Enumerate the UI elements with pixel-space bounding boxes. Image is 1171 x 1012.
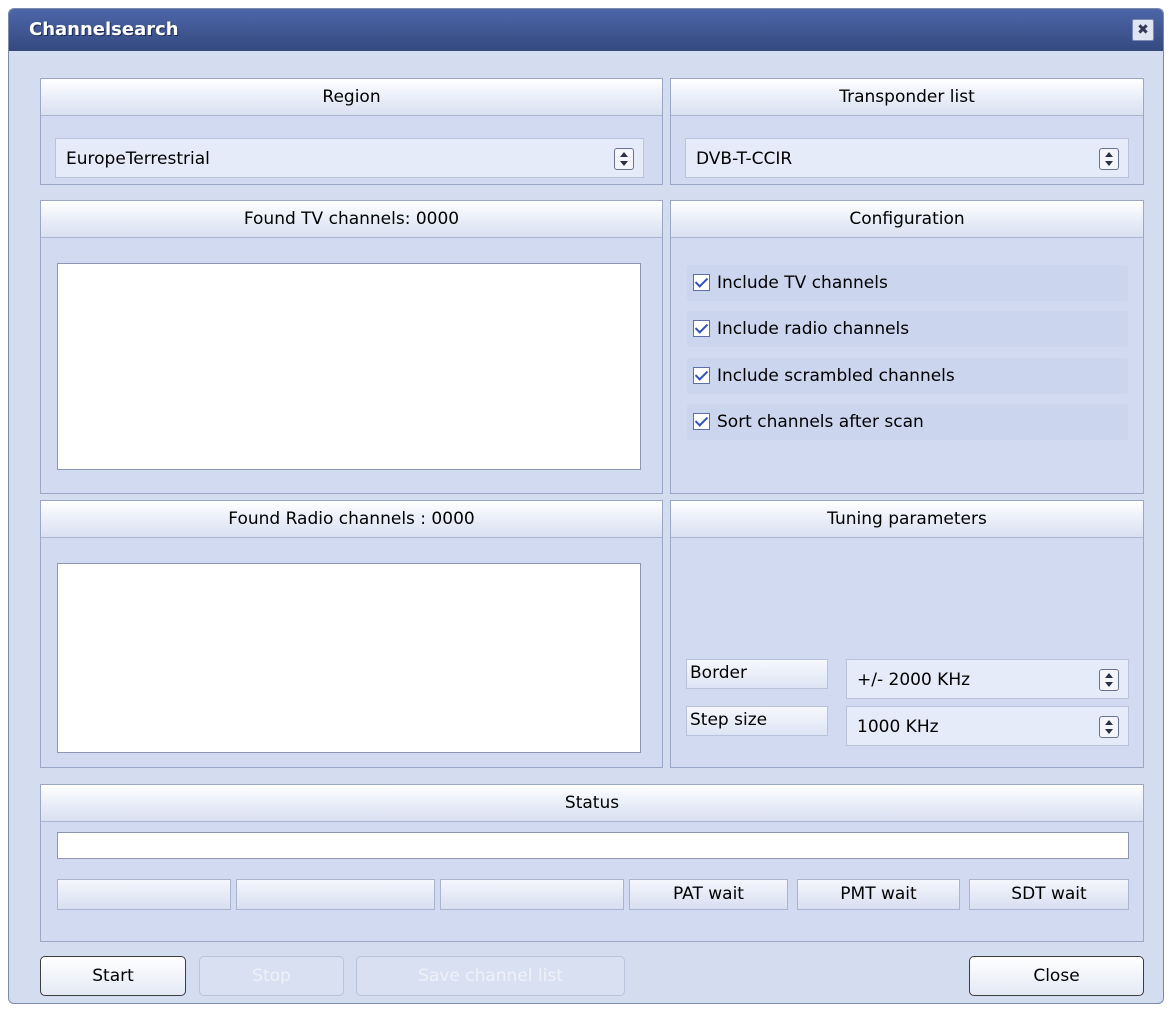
tv-channels-list[interactable]	[57, 263, 641, 470]
radio-channels-panel: Found Radio channels : 0000	[40, 500, 663, 768]
step-size-dropdown-icon[interactable]	[1099, 716, 1119, 738]
radio-channels-list[interactable]	[57, 563, 641, 753]
configuration-header: Configuration	[671, 201, 1143, 238]
region-value: EuropeTerrestrial	[66, 149, 210, 169]
status-cell-1	[57, 879, 231, 910]
status-progress-bar	[57, 832, 1129, 859]
close-button[interactable]: Close	[969, 956, 1144, 996]
border-value: +/- 2000 KHz	[857, 670, 971, 690]
checkbox-checked-icon[interactable]	[693, 274, 710, 291]
include-tv-label: Include TV channels	[717, 273, 888, 293]
transponder-header: Transponder list	[671, 79, 1143, 116]
window-title: Channelsearch	[29, 19, 179, 40]
include-scrambled-checkbox[interactable]: Include scrambled channels	[687, 358, 1128, 394]
title-bar[interactable]: Channelsearch ✖	[9, 9, 1163, 51]
sort-channels-checkbox[interactable]: Sort channels after scan	[687, 404, 1128, 440]
sort-channels-label: Sort channels after scan	[717, 412, 924, 432]
checkbox-checked-icon[interactable]	[693, 413, 710, 430]
checkbox-checked-icon[interactable]	[693, 320, 710, 337]
region-dropdown-icon[interactable]	[614, 148, 634, 170]
close-icon[interactable]: ✖	[1132, 19, 1154, 41]
tv-channels-header: Found TV channels: 0000	[41, 201, 662, 238]
include-tv-checkbox[interactable]: Include TV channels	[687, 265, 1128, 301]
checkbox-checked-icon[interactable]	[693, 367, 710, 384]
pmt-wait-indicator: PMT wait	[797, 879, 960, 910]
tuning-panel: Tuning parameters Border +/- 2000 KHz St…	[670, 500, 1144, 768]
include-radio-checkbox[interactable]: Include radio channels	[687, 311, 1128, 347]
region-select[interactable]: EuropeTerrestrial	[55, 138, 644, 178]
pat-wait-indicator: PAT wait	[629, 879, 788, 910]
border-label: Border	[686, 659, 828, 689]
radio-channels-header: Found Radio channels : 0000	[41, 501, 662, 538]
tuning-header: Tuning parameters	[671, 501, 1143, 538]
border-dropdown-icon[interactable]	[1099, 669, 1119, 691]
transponder-value: DVB-T-CCIR	[696, 149, 793, 169]
step-size-label: Step size	[686, 706, 828, 736]
transponder-dropdown-icon[interactable]	[1099, 148, 1119, 170]
region-panel: Region EuropeTerrestrial	[40, 78, 663, 185]
sdt-wait-indicator: SDT wait	[969, 879, 1129, 910]
status-cell-3	[440, 879, 624, 910]
status-cell-2	[236, 879, 435, 910]
status-panel: Status PAT wait PMT wait SDT wait	[40, 784, 1144, 942]
region-header: Region	[41, 79, 662, 116]
tv-channels-panel: Found TV channels: 0000	[40, 200, 663, 494]
step-size-value: 1000 KHz	[857, 717, 939, 737]
step-size-select[interactable]: 1000 KHz	[846, 706, 1129, 746]
border-select[interactable]: +/- 2000 KHz	[846, 659, 1129, 699]
transponder-panel: Transponder list DVB-T-CCIR	[670, 78, 1144, 185]
include-radio-label: Include radio channels	[717, 319, 910, 339]
save-channel-list-button[interactable]: Save channel list	[356, 956, 625, 996]
start-button[interactable]: Start	[40, 956, 186, 996]
status-header: Status	[41, 785, 1143, 822]
configuration-panel: Configuration Include TV channels Includ…	[670, 200, 1144, 494]
include-scrambled-label: Include scrambled channels	[717, 366, 955, 386]
transponder-select[interactable]: DVB-T-CCIR	[685, 138, 1129, 178]
stop-button[interactable]: Stop	[199, 956, 344, 996]
channelsearch-window: Channelsearch ✖ Region EuropeTerrestrial…	[8, 8, 1164, 1004]
